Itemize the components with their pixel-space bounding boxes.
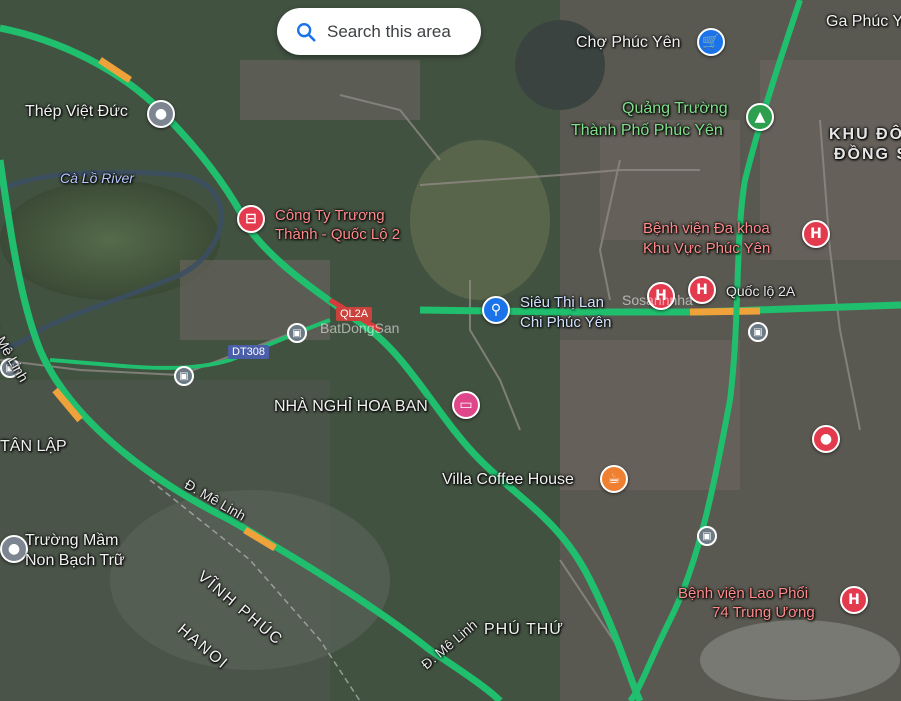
cafe-icon[interactable]: ☕ (600, 465, 628, 493)
label-cho-phuc-yen[interactable]: Chợ Phúc Yên (576, 34, 680, 52)
label-tan-lap: TÂN LẬP (0, 438, 67, 455)
label-cong-ty-ql2[interactable]: Thành - Quốc Lộ 2 (275, 226, 400, 243)
hospital-icon-4[interactable]: H (840, 586, 868, 614)
label-benh-vien-da-khoa[interactable]: Bệnh viện Đa khoa (643, 220, 770, 237)
label-sieu-thi-lan[interactable]: Siêu Thị Lan (520, 294, 604, 311)
label-cong-ty[interactable]: Công Ty Trương (275, 207, 385, 224)
supermarket-icon[interactable]: ⚲ (482, 296, 510, 324)
label-thep-viet-duc[interactable]: Thép Việt Đức (25, 103, 128, 121)
bus-stop-icon[interactable]: ▣ (287, 323, 307, 343)
label-khu-vuc-phuc-yen[interactable]: Khu Vực Phúc Yên (643, 240, 770, 257)
label-chi-phuc-yen[interactable]: Chi Phúc Yên (520, 314, 611, 331)
label-quoc-lo-2a: Quốc lộ 2A (726, 283, 796, 299)
label-villa-coffee-house[interactable]: Villa Coffee House (442, 471, 574, 489)
watermark-batdongsan: BatDongSan (320, 320, 400, 336)
label-thanh-pho-phuc-yen[interactable]: Thành Phố Phúc Yên (571, 122, 723, 140)
label-ca-lo-river: Cà Lồ River (60, 170, 134, 186)
label-khu-do: KHU ĐÔ (829, 126, 901, 143)
park-icon[interactable]: ▲ (746, 103, 774, 131)
label-74-trung-uong[interactable]: 74 Trung Ương (712, 604, 815, 621)
label-quang-truong[interactable]: Quảng Trường (622, 100, 728, 118)
school-icon[interactable]: ● (0, 535, 28, 563)
hospital-icon[interactable]: H (802, 220, 830, 248)
factory-icon[interactable]: ● (147, 100, 175, 128)
bus-stop-icon-2[interactable]: ▣ (174, 366, 194, 386)
label-truong-mam[interactable]: Trường Mầm (25, 532, 119, 550)
location-pin-icon[interactable]: ● (812, 425, 840, 453)
market-icon[interactable]: 🛒 (697, 28, 725, 56)
label-non-bach-tru[interactable]: Non Bạch Trữ (25, 552, 125, 570)
label-nha-nghi-hoa-ban[interactable]: NHÀ NGHỈ HOA BAN (274, 398, 428, 416)
hotel-icon[interactable]: ▭ (452, 391, 480, 419)
bus-company-icon[interactable]: ⊟ (237, 205, 265, 233)
bus-stop-icon-3[interactable]: ▣ (748, 322, 768, 342)
label-phu-thu: PHÚ THỨ (484, 621, 564, 638)
label-dong-s: ĐỒNG S (834, 146, 901, 163)
watermark-sosanhnha: Sosanhnha (622, 292, 693, 308)
bus-stop-icon-5[interactable]: ▣ (697, 526, 717, 546)
road-shield-ql2a: QL2A (336, 307, 373, 321)
search-icon (297, 22, 316, 42)
label-ga-phuc-yen[interactable]: Ga Phúc Y (826, 13, 901, 31)
search-this-area-label: Search this area (327, 21, 451, 41)
label-benh-vien-lao-phoi[interactable]: Bệnh viện Lao Phổi (678, 585, 808, 602)
road-shield-dt308: DT308 (228, 345, 270, 359)
search-this-area-button[interactable]: Search this area (277, 8, 481, 55)
